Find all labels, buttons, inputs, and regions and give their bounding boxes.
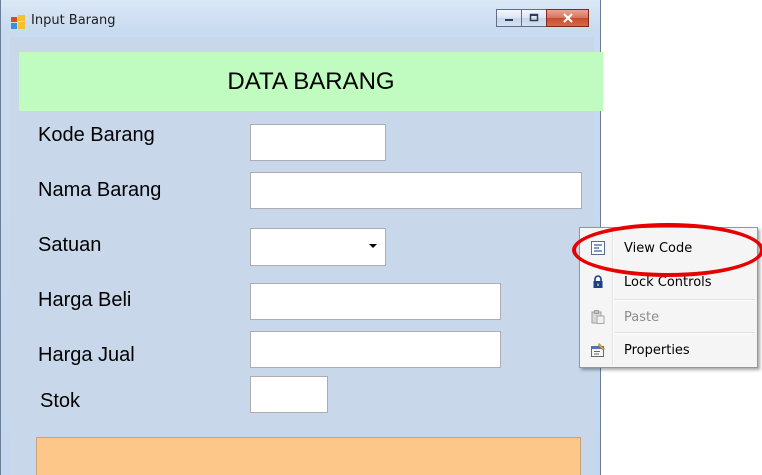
header-panel: DATA BARANG [19,52,603,111]
view-code-icon [591,241,605,255]
chevron-down-icon[interactable] [369,244,377,248]
satuan-dropdown[interactable] [250,228,386,266]
maximize-button[interactable] [521,9,547,27]
menu-item-label: Lock Controls [624,275,712,290]
properties-icon [591,342,606,357]
minimize-icon [497,10,521,26]
label-nama-barang: Nama Barang [38,179,162,201]
window-title: Input Barang [31,13,116,28]
menu-item-properties[interactable]: Properties [582,336,755,364]
windows-form-icon [11,15,25,29]
label-satuan: Satuan [38,234,102,256]
harga-jual-input[interactable] [250,331,501,368]
menu-item-paste[interactable]: Paste [582,303,755,331]
menu-item-label: View Code [624,241,693,256]
menu-item-view-code[interactable]: View Code [582,234,755,262]
screenshot-canvas: Input Barang DATA BARANG Kode Barang Nam… [0,0,762,475]
nama-barang-input[interactable] [250,172,582,209]
menu-separator [614,332,755,334]
maximize-icon [522,10,546,26]
menu-separator [614,299,755,301]
kode-barang-input[interactable] [250,124,386,161]
title-bar[interactable]: Input Barang [1,0,600,36]
menu-item-lock-controls[interactable]: Lock Controls [582,268,755,296]
form-window: Input Barang DATA BARANG Kode Barang Nam… [0,0,603,475]
form-header-title: DATA BARANG [227,68,395,95]
bottom-panel [36,437,581,475]
label-stok: Stok [40,390,81,412]
menu-item-label: Properties [624,343,690,358]
paste-icon [591,310,605,324]
label-harga-jual: Harga Jual [38,344,135,366]
label-kode-barang: Kode Barang [38,124,155,146]
stok-input[interactable] [250,376,328,413]
close-button[interactable] [546,9,589,27]
label-harga-beli: Harga Beli [38,289,132,311]
harga-beli-input[interactable] [250,283,501,320]
lock-icon [591,275,605,289]
minimize-button[interactable] [496,9,522,27]
caption-buttons [496,9,589,28]
close-icon [547,10,588,26]
menu-item-label: Paste [624,310,660,325]
context-menu: View Code Lock Controls Paste Properties [579,227,758,368]
